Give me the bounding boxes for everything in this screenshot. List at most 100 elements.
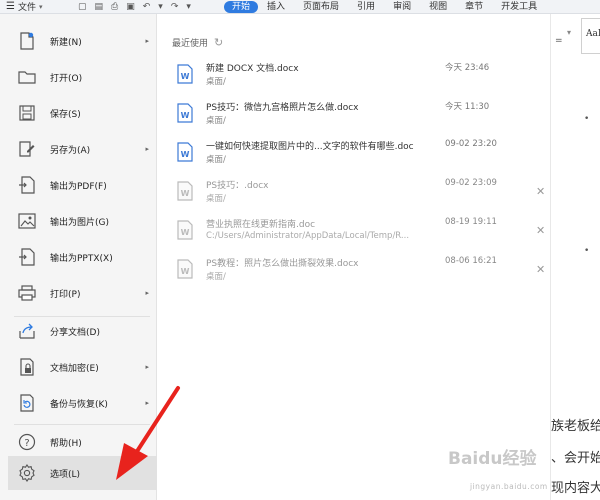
chevron-right-icon: ▸ (145, 363, 149, 371)
tab-insert[interactable]: 插入 (258, 1, 294, 13)
svg-text:?: ? (24, 438, 29, 449)
missing-document-icon: W (177, 181, 193, 201)
menu-item-export-image[interactable]: 输出为图片(G) (8, 203, 157, 239)
menu-item-new[interactable]: 新建(N) ▸ (8, 23, 157, 59)
hamburger-icon: ☰ (6, 1, 15, 12)
svg-text:W: W (181, 72, 190, 81)
undo-dropdown-icon[interactable]: ▾ (158, 2, 163, 12)
svg-text:W: W (181, 150, 190, 159)
svg-text:W: W (181, 189, 190, 198)
menu-item-label: 帮助(H) (50, 438, 82, 449)
remove-file-icon[interactable]: ✕ (536, 263, 545, 276)
remove-file-icon[interactable]: ✕ (536, 185, 545, 198)
refresh-icon[interactable]: ↻ (214, 36, 223, 49)
recent-file-row[interactable]: W 新建 DOCX 文档.docx 桌面/ 今天 23:46 (158, 58, 550, 96)
menu-item-label: 选项(L) (50, 469, 81, 480)
recent-file-row[interactable]: W 一键如何快速提取图片中的...文字的软件有哪些.doc 桌面/ 09-02 … (158, 136, 550, 174)
ruler-mark: = (555, 36, 563, 46)
remove-file-icon[interactable]: ✕ (536, 224, 545, 237)
save-icon (18, 104, 36, 122)
document-line: 、会开始 (551, 451, 600, 466)
export-pdf-icon (18, 176, 36, 194)
new-document-icon (18, 32, 36, 50)
menu-item-export-pptx[interactable]: 输出为PPTX(X) (8, 239, 157, 275)
ribbon-bar: ☰ 文件 ▾ ▢ ▤ ⎙ ▣ ↶ ▾ ↷ ▾ 开始 插入 页面布局 引用 审阅 … (0, 0, 600, 14)
ribbon-tabs: 开始 插入 页面布局 引用 审阅 视图 章节 开发工具 (224, 0, 546, 13)
menu-item-share[interactable]: 分享文档(D) (8, 313, 157, 349)
menu-item-label: 另存为(A) (50, 145, 91, 156)
menu-item-label: 打印(P) (50, 289, 81, 300)
menu-item-open[interactable]: 打开(O) (8, 59, 157, 95)
menu-item-options[interactable]: 选项(L) (8, 456, 157, 490)
chevron-right-icon: ▸ (145, 145, 149, 153)
paragraph-mark: • (584, 114, 590, 124)
watermark-url: jingyan.baidu.com (470, 482, 548, 491)
export-pptx-icon (18, 248, 36, 266)
menu-item-label: 保存(S) (50, 109, 81, 120)
menu-item-label: 输出为图片(G) (50, 217, 109, 228)
tab-home[interactable]: 开始 (224, 0, 259, 13)
style-preview-box[interactable]: AaBb (581, 18, 600, 54)
file-path: 桌面/ (206, 155, 226, 165)
menu-item-label: 打开(O) (50, 73, 83, 84)
menu-item-save-as[interactable]: 另存为(A) ▸ (8, 131, 157, 167)
svg-text:W: W (181, 111, 190, 120)
folder-open-icon (18, 68, 36, 86)
style-dropdown-icon[interactable]: ▾ (567, 28, 571, 37)
word-document-icon: W (177, 142, 193, 162)
recent-file-row[interactable]: W 营业执照在线更新指南.doc C:/Users/Administrator/… (158, 214, 550, 252)
menu-item-label: 新建(N) (50, 37, 82, 48)
file-name: PS技巧：微信九宫格照片怎么做.docx (206, 103, 359, 113)
encrypt-icon (18, 358, 36, 376)
backup-icon (18, 394, 36, 412)
word-document-icon: W (177, 103, 193, 123)
menu-item-print[interactable]: 打印(P) ▸ (8, 275, 157, 311)
file-time: 今天 23:46 (445, 63, 490, 73)
menu-item-encrypt[interactable]: 文档加密(E) ▸ (8, 349, 157, 385)
tab-developer[interactable]: 开发工具 (492, 1, 546, 13)
export-quick-icon[interactable]: ▤ (95, 2, 104, 12)
file-name: 营业执照在线更新指南.doc (206, 220, 316, 230)
file-menu-button[interactable]: ☰ 文件 ▾ (6, 0, 43, 13)
recent-files-panel: 最近使用 ↻ W 新建 DOCX 文档.docx 桌面/ 今天 23:46 W … (158, 14, 550, 500)
print-preview-quick-icon[interactable]: ▣ (126, 2, 135, 12)
chevron-right-icon: ▸ (145, 289, 149, 297)
tab-references[interactable]: 引用 (348, 1, 384, 13)
document-line: 族老板给 (551, 419, 600, 434)
file-path: 桌面/ (206, 272, 226, 282)
chevron-right-icon: ▸ (145, 399, 149, 407)
quick-access-toolbar: ▢ ▤ ⎙ ▣ ↶ ▾ ↷ ▾ (78, 0, 191, 13)
tab-review[interactable]: 审阅 (384, 1, 420, 13)
missing-document-icon: W (177, 220, 193, 240)
menu-item-help[interactable]: ? 帮助(H) (8, 424, 157, 460)
export-image-icon (18, 212, 36, 230)
print-quick-icon[interactable]: ⎙ (111, 2, 118, 12)
menu-item-export-pdf[interactable]: 输出为PDF(F) (8, 167, 157, 203)
file-path: 桌面/ (206, 116, 226, 126)
customize-toolbar-icon[interactable]: ▾ (186, 2, 191, 12)
redo-icon[interactable]: ↷ (171, 2, 179, 12)
recent-file-row[interactable]: W PS教程：照片怎么做出撕裂效果.docx 桌面/ 08-06 16:21 ✕ (158, 253, 550, 291)
file-menu-panel: 新建(N) ▸ 打开(O) 保存(S) 另存为(A) ▸ 输出为PDF(F) 输… (0, 14, 157, 500)
menu-item-label: 输出为PDF(F) (50, 181, 107, 192)
save-quick-icon[interactable]: ▢ (78, 2, 87, 12)
tab-view[interactable]: 视图 (420, 1, 456, 13)
menu-item-save[interactable]: 保存(S) (8, 95, 157, 131)
tab-section[interactable]: 章节 (456, 1, 492, 13)
menu-item-label: 输出为PPTX(X) (50, 253, 113, 264)
missing-document-icon: W (177, 259, 193, 279)
word-document-icon: W (177, 64, 193, 84)
file-menu-label: 文件 (17, 3, 36, 13)
help-icon: ? (18, 433, 36, 451)
save-as-icon (18, 140, 36, 158)
menu-item-label: 备份与恢复(K) (50, 399, 108, 410)
document-line: 现内容大 (551, 481, 600, 496)
recent-file-row[interactable]: W PS技巧：.docx 桌面/ 09-02 23:09 ✕ (158, 175, 550, 213)
menu-item-backup[interactable]: 备份与恢复(K) ▸ (8, 385, 157, 421)
recent-file-row[interactable]: W PS技巧：微信九宫格照片怎么做.docx 桌面/ 今天 11:30 (158, 97, 550, 135)
file-name: PS技巧：.docx (206, 181, 269, 191)
undo-icon[interactable]: ↶ (143, 2, 151, 12)
file-name: 一键如何快速提取图片中的...文字的软件有哪些.doc (206, 142, 414, 152)
tab-page-layout[interactable]: 页面布局 (294, 1, 348, 13)
file-time: 08-06 16:21 (445, 256, 497, 266)
